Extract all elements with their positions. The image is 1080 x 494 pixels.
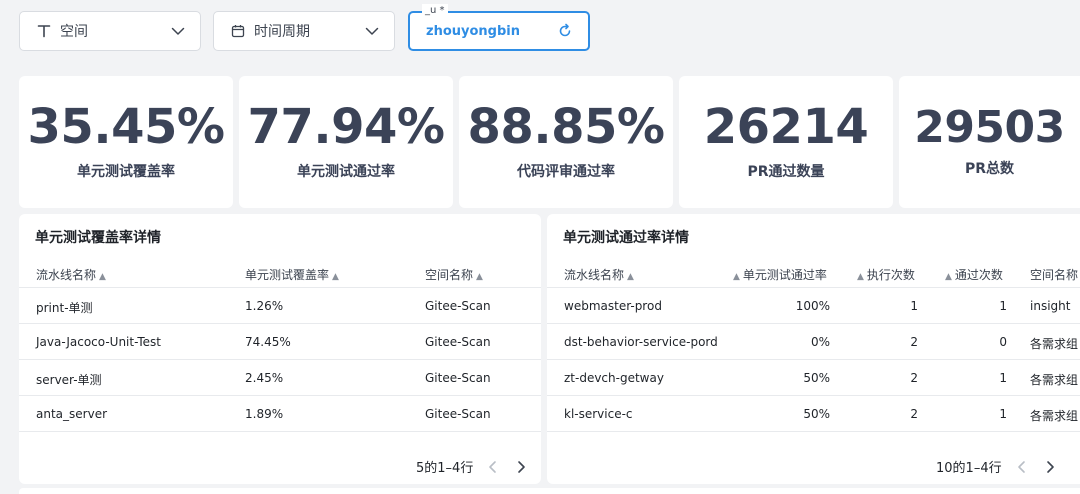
sort-arrow-up-icon: ▲: [99, 272, 106, 282]
table-row[interactable]: zt-devch-getway 50% 2 1 各需求组: [547, 360, 1080, 396]
sort-arrow-up-icon: ▲: [857, 272, 864, 282]
kpi-card-pr-passed-count: 26214 PR通过数量: [679, 76, 893, 208]
chevron-down-icon: [364, 23, 380, 39]
pagination: 5的1–4行: [416, 457, 529, 476]
cell-pass-rate: 50%: [803, 407, 830, 421]
table-row[interactable]: kl-service-c 50% 2 1 各需求组: [547, 396, 1080, 432]
cell-space: Gitee-Scan: [425, 407, 491, 421]
sort-arrow-up-icon: ▲: [332, 272, 339, 282]
kpi-caption: PR总数: [964, 161, 1015, 177]
table-row[interactable]: print-单测 1.26% Gitee-Scan: [19, 288, 541, 324]
cell-pipeline: dst-behavior-service-pord: [564, 335, 718, 349]
chevron-right-icon[interactable]: [513, 459, 529, 475]
cell-coverage: 1.89%: [245, 407, 284, 421]
cell-space: 各需求组: [1030, 409, 1079, 423]
cell-coverage: 1.26%: [245, 299, 284, 313]
column-header-pipeline[interactable]: 流水线名称 ▲: [564, 266, 634, 283]
column-header-coverage[interactable]: 单元测试覆盖率 ▲: [245, 266, 339, 283]
column-header-pipeline[interactable]: 流水线名称 ▲: [36, 266, 106, 283]
cell-pass-count: 1: [999, 407, 1007, 421]
cell-exec-count: 2: [910, 371, 918, 385]
period-filter-select[interactable]: 时间周期: [213, 11, 395, 51]
kpi-caption: 代码评审通过率: [517, 164, 615, 180]
table-header: 流水线名称 ▲ ▲ 单元测试通过率 ▲ 执行次数 ▲ 通过次数 空间名称: [547, 258, 1080, 288]
kpi-card-unit-test-pass-rate: 77.94% 单元测试通过率: [239, 76, 453, 208]
column-header-pass-rate[interactable]: ▲ 单元测试通过率: [733, 266, 827, 283]
chevron-left-icon[interactable]: [485, 459, 501, 475]
cell-space: 各需求组: [1030, 373, 1079, 387]
user-filter-input[interactable]: _u * zhouyongbin: [408, 4, 590, 51]
cell-pass-rate: 0%: [810, 335, 830, 349]
kpi-value: 29503: [914, 102, 1065, 153]
pass-rate-detail-panel: 单元测试通过率详情 流水线名称 ▲ ▲ 单元测试通过率 ▲ 执行次数 ▲ 通过次数 空间…: [547, 214, 1080, 484]
cell-pipeline: zt-devch-getway: [564, 371, 664, 385]
cell-exec-count: 2: [910, 335, 918, 349]
sort-arrow-up-icon: ▲: [476, 272, 483, 282]
table-row[interactable]: server-单测 2.45% Gitee-Scan: [19, 360, 541, 396]
user-filter-value[interactable]: zhouyongbin: [426, 24, 556, 39]
cell-pipeline: webmaster-prod: [564, 299, 662, 313]
kpi-card-pr-total: 29503 PR总数: [899, 76, 1080, 208]
cell-pipeline: anta_server: [36, 407, 108, 421]
space-filter-select[interactable]: 空间: [19, 11, 201, 51]
kpi-value: 88.85%: [467, 99, 665, 155]
text-type-icon: [36, 23, 52, 39]
cell-pipeline: server-单测: [36, 373, 102, 387]
column-header-space[interactable]: 空间名称: [1030, 266, 1078, 283]
cell-space: Gitee-Scan: [425, 371, 491, 385]
pagination: 10的1–4行: [936, 457, 1058, 476]
calendar-icon: [230, 23, 246, 39]
next-section-edge: [19, 488, 1080, 494]
sort-arrow-up-icon: ▲: [627, 272, 634, 282]
kpi-card-unit-test-coverage: 35.45% 单元测试覆盖率: [19, 76, 233, 208]
cell-exec-count: 2: [910, 407, 918, 421]
cell-pipeline: Java-Jacoco-Unit-Test: [36, 335, 161, 349]
user-filter-label: _u *: [422, 4, 448, 18]
refresh-icon[interactable]: [556, 22, 574, 40]
column-header-pass-count[interactable]: ▲ 通过次数: [945, 266, 1003, 283]
cell-pass-count: 0: [999, 335, 1007, 349]
space-filter-label: 空间: [60, 24, 88, 40]
pagination-label: 10的1–4行: [936, 461, 1002, 476]
chevron-down-icon: [170, 23, 186, 39]
kpi-caption: 单元测试覆盖率: [77, 164, 175, 180]
table-row[interactable]: Java-Jacoco-Unit-Test 74.45% Gitee-Scan: [19, 324, 541, 360]
sort-arrow-up-icon: ▲: [733, 272, 740, 282]
cell-space: insight: [1030, 299, 1071, 313]
cell-coverage: 74.45%: [245, 335, 291, 349]
cell-space: Gitee-Scan: [425, 299, 491, 313]
cell-exec-count: 1: [910, 299, 918, 313]
coverage-detail-panel: 单元测试覆盖率详情 流水线名称 ▲ 单元测试覆盖率 ▲ 空间名称 ▲ print-单测…: [19, 214, 541, 484]
chevron-left-icon[interactable]: [1014, 459, 1030, 475]
column-header-space[interactable]: 空间名称 ▲: [425, 266, 483, 283]
cell-pass-rate: 100%: [795, 299, 830, 313]
pagination-label: 5的1–4行: [416, 461, 474, 476]
cell-pass-rate: 50%: [803, 371, 830, 385]
cell-coverage: 2.45%: [245, 371, 284, 385]
cell-pass-count: 1: [999, 371, 1007, 385]
table-row[interactable]: webmaster-prod 100% 1 1 insight: [547, 288, 1080, 324]
sort-arrow-up-icon: ▲: [945, 272, 952, 282]
cell-pass-count: 1: [999, 299, 1007, 313]
cell-pipeline: kl-service-c: [564, 407, 633, 421]
kpi-value: 77.94%: [247, 99, 445, 155]
panel-title: 单元测试通过率详情: [563, 230, 689, 246]
cell-pipeline: print-单测: [36, 301, 93, 315]
kpi-card-code-review-pass-rate: 88.85% 代码评审通过率: [459, 76, 673, 208]
kpi-value: 35.45%: [27, 99, 225, 155]
column-header-exec-count[interactable]: ▲ 执行次数: [857, 266, 915, 283]
panel-title: 单元测试覆盖率详情: [35, 230, 161, 246]
chevron-right-icon[interactable]: [1042, 459, 1058, 475]
kpi-caption: PR通过数量: [747, 164, 825, 180]
kpi-caption: 单元测试通过率: [297, 164, 395, 180]
cell-space: Gitee-Scan: [425, 335, 491, 349]
table-row[interactable]: dst-behavior-service-pord 0% 2 0 各需求组: [547, 324, 1080, 360]
table-header: 流水线名称 ▲ 单元测试覆盖率 ▲ 空间名称 ▲: [19, 258, 541, 288]
cell-space: 各需求组: [1030, 337, 1079, 351]
kpi-value: 26214: [703, 99, 869, 155]
table-row[interactable]: anta_server 1.89% Gitee-Scan: [19, 396, 541, 432]
period-filter-label: 时间周期: [254, 24, 310, 40]
